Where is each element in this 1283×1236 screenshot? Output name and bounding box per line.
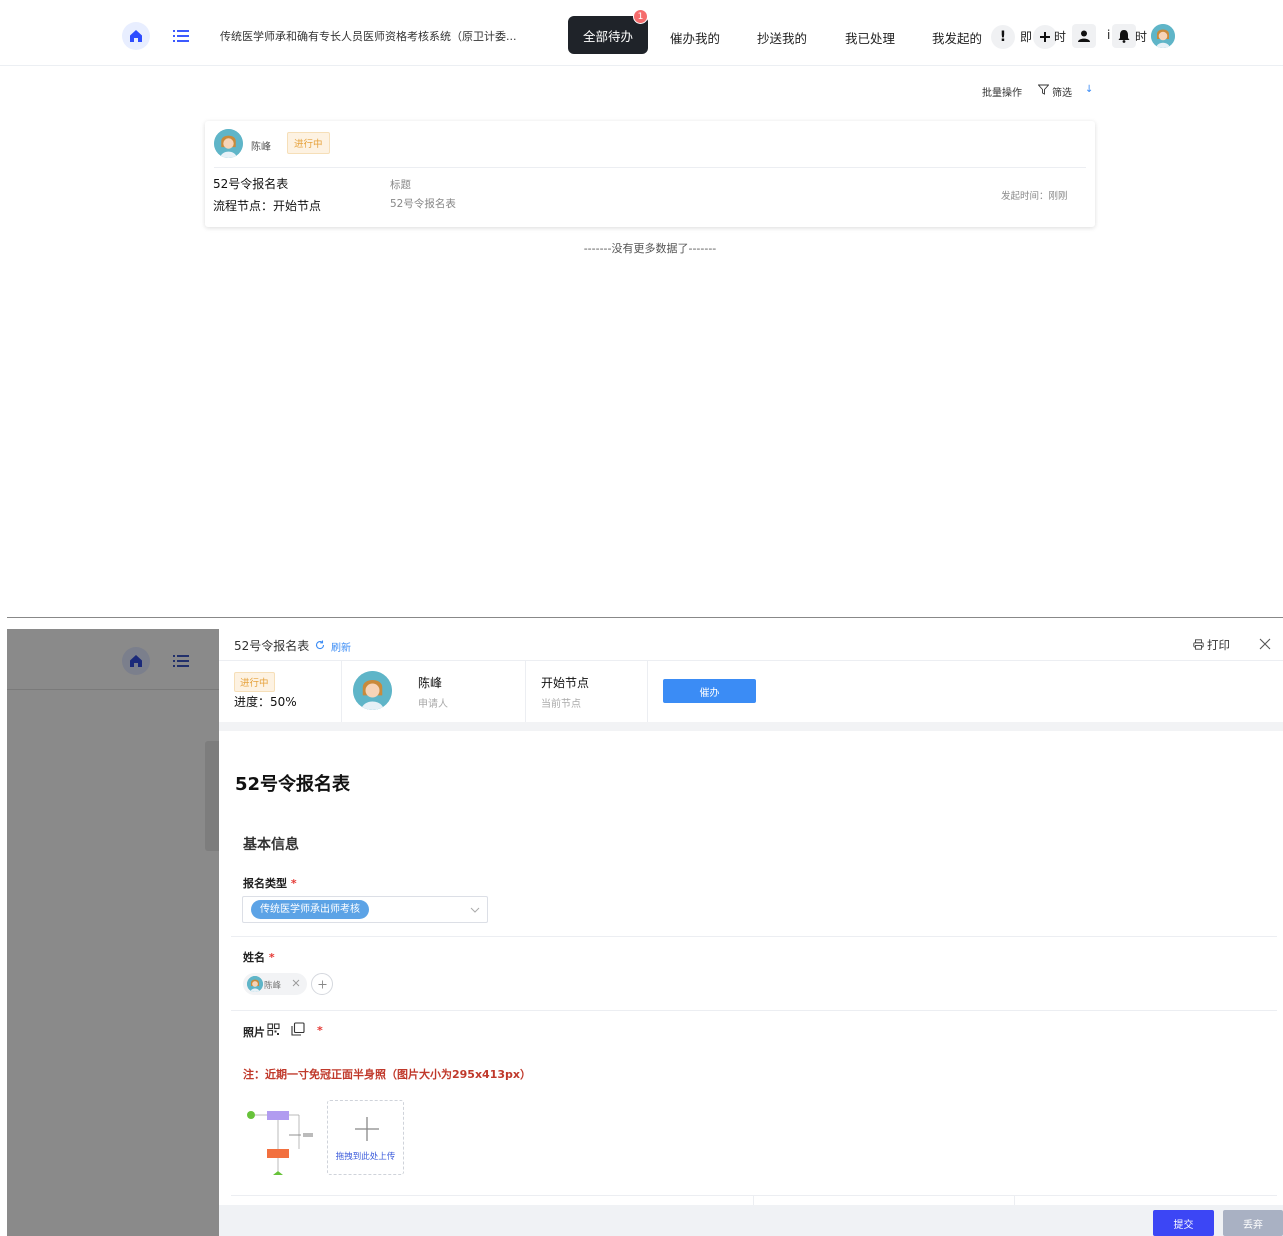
section-divider	[7, 617, 1283, 618]
strip-gap	[219, 722, 1283, 731]
user-icon[interactable]	[1072, 24, 1096, 48]
field-divider	[231, 1195, 1277, 1196]
node-name: 开始节点	[541, 676, 590, 690]
home-icon	[122, 647, 150, 675]
column-divider	[753, 1195, 754, 1205]
chip-close-icon[interactable]	[292, 979, 300, 987]
applicant-avatar	[214, 129, 243, 158]
form-heading: 52号令报名表	[235, 774, 351, 795]
user-chip-name: 陈峰	[264, 981, 282, 991]
submit-button[interactable]: 提交	[1153, 1210, 1214, 1236]
filter-button[interactable]: 筛选	[1052, 84, 1072, 99]
required-mark: *	[290, 877, 297, 890]
tab-processed[interactable]: 我已处理	[845, 28, 895, 47]
discard-button[interactable]: 丢弃	[1223, 1210, 1283, 1236]
info-divider	[341, 660, 342, 722]
tab-initiated[interactable]: 我发起的	[932, 28, 982, 47]
type-label: 报名类型 *	[243, 875, 297, 891]
filter-icon[interactable]	[1038, 84, 1050, 96]
type-label-text: 报名类型	[243, 877, 287, 890]
nav-fragment-1: 即	[1020, 30, 1033, 44]
upload-dropzone[interactable]: 拖拽到此处上传	[327, 1100, 404, 1175]
name-label: 姓名 *	[243, 949, 275, 965]
menu-list-icon[interactable]	[170, 25, 192, 47]
todo-card[interactable]: 陈峰 进行中 52号令报名表 流程节点：开始节点 标题 52号令报名表 发起时间…	[205, 121, 1095, 227]
todo-count-badge: 1	[633, 9, 648, 24]
print-icon[interactable]	[1193, 639, 1204, 650]
info-divider	[647, 660, 648, 722]
applicant-name: 陈峰	[251, 142, 271, 153]
required-mark: *	[268, 951, 275, 964]
upload-hint: 拖拽到此处上传	[335, 1152, 396, 1162]
app-title: 传统医学师承和确有专长人员医师资格考核系统（原卫计委...	[220, 30, 517, 43]
status-badge: 进行中	[287, 132, 330, 154]
form-name: 52号令报名表	[213, 177, 289, 191]
add-user-button[interactable]	[311, 973, 333, 995]
photo-note: 注：近期一寸免冠正面半身照（图片大小为295x413px）	[243, 1068, 531, 1081]
plus-icon	[354, 1116, 380, 1142]
bell-icon[interactable]	[1112, 24, 1136, 48]
field-divider	[231, 1010, 1277, 1011]
shaded-card-edge	[205, 741, 219, 851]
required-mark: *	[317, 1024, 323, 1037]
photo-label: 照片	[243, 1024, 265, 1040]
registration-type-tag: 传统医学师承出师考核	[251, 900, 369, 919]
column-divider	[1014, 1195, 1015, 1205]
batch-operation-button[interactable]: 批量操作	[982, 84, 1022, 99]
applicant-avatar	[353, 671, 392, 710]
user-chip-avatar	[247, 976, 263, 992]
sort-arrow-icon[interactable]: ↓	[1085, 84, 1093, 95]
header-divider	[219, 660, 1283, 661]
nav-fragment-4: 时	[1135, 30, 1148, 44]
avatar[interactable]	[1151, 24, 1175, 48]
uploaded-photo-thumbnail[interactable]	[243, 1105, 323, 1180]
refresh-icon[interactable]	[315, 640, 325, 650]
info-divider	[525, 660, 526, 722]
title-value: 52号令报名表	[390, 198, 456, 210]
close-icon[interactable]	[1259, 638, 1271, 650]
drawer-status-badge: 进行中	[234, 672, 275, 692]
process-node: 流程节点：开始节点	[213, 199, 322, 213]
field-divider	[231, 936, 1277, 937]
home-icon[interactable]	[122, 22, 150, 50]
user-chip: 陈峰	[243, 973, 307, 995]
tab-cc-me[interactable]: 抄送我的	[757, 28, 807, 47]
no-more-data-text: -------没有更多数据了-------	[583, 242, 717, 255]
menu-list-icon	[170, 650, 192, 672]
progress-text: 进度：50%	[234, 695, 297, 709]
drawer-footer	[219, 1205, 1283, 1236]
node-label: 当前节点	[541, 699, 581, 710]
copy-icon[interactable]	[291, 1022, 305, 1036]
card-divider	[214, 167, 1086, 168]
applicant-name: 陈峰	[418, 676, 443, 690]
qrcode-icon[interactable]	[267, 1023, 280, 1036]
refresh-button[interactable]: 刷新	[331, 639, 351, 654]
chevron-down-icon	[470, 906, 480, 914]
name-label-text: 姓名	[243, 951, 265, 964]
top-navigation-bar: 传统医学师承和确有专长人员医师资格考核系统（原卫计委... 全部待办 1 催办我…	[0, 0, 1283, 66]
nav-fragment-3: i	[1107, 28, 1111, 42]
section-title: 基本信息	[243, 837, 299, 853]
title-label: 标题	[390, 179, 411, 191]
exclamation-icon[interactable]: !	[991, 25, 1015, 49]
print-button[interactable]: 打印	[1207, 637, 1230, 653]
drawer-title: 52号令报名表	[234, 639, 310, 653]
shade-line	[7, 689, 219, 690]
overlay-mask[interactable]	[7, 629, 219, 1236]
photo-label-text: 照片	[243, 1026, 265, 1039]
urge-button[interactable]: 催办	[663, 679, 756, 703]
nav-fragment-2: 时	[1054, 30, 1067, 44]
applicant-label: 申请人	[418, 699, 448, 710]
start-time: 发起时间：刚刚	[1001, 191, 1068, 202]
tab-urged-me[interactable]: 催办我的	[670, 28, 720, 47]
